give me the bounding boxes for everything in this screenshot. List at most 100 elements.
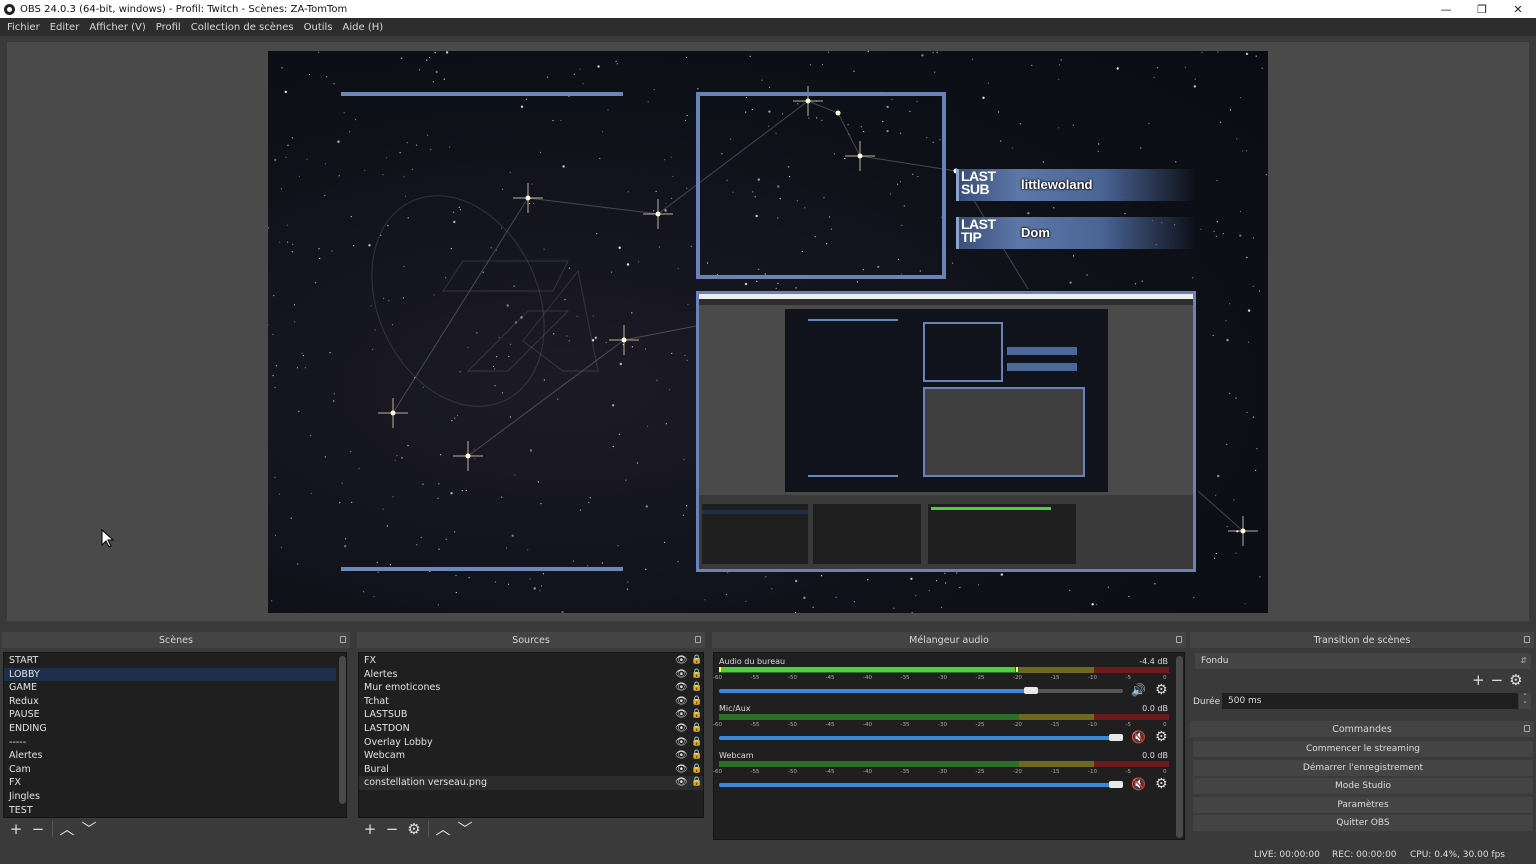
scene-item[interactable]: Redux [4, 695, 336, 709]
scene-item[interactable]: GAME [4, 681, 336, 695]
volume-slider-handle[interactable] [1109, 734, 1123, 741]
meter-tick-label: -45 [825, 769, 835, 775]
lock-icon[interactable]: 🔒 [691, 737, 702, 748]
transition-settings-button[interactable]: ⚙ [1509, 671, 1522, 689]
visibility-eye-icon[interactable]: 👁 [675, 750, 688, 761]
gear-icon[interactable]: ⚙ [1155, 776, 1168, 792]
menu-collection-scenes[interactable]: Collection de scènes [186, 22, 299, 33]
source-item[interactable]: Alertes 👁 🔒 [359, 668, 703, 682]
lock-icon[interactable]: 🔒 [691, 723, 702, 734]
source-item[interactable]: Overlay Lobby 👁 🔒 [359, 736, 703, 750]
visibility-eye-icon[interactable]: 👁 [675, 723, 688, 734]
lock-icon[interactable]: 🔒 [691, 764, 702, 775]
float-dock-icon[interactable] [1176, 636, 1182, 643]
source-item[interactable]: Tchat 👁 🔒 [359, 695, 703, 709]
minimize-icon[interactable]: — [1428, 0, 1464, 18]
nested-obs-capture [696, 291, 1196, 572]
volume-slider-handle[interactable] [1024, 687, 1039, 694]
lock-icon[interactable]: 🔒 [691, 777, 702, 788]
source-item[interactable]: Webcam 👁 🔒 [359, 749, 703, 763]
scene-item[interactable]: Cam [4, 763, 336, 777]
visibility-eye-icon[interactable]: 👁 [675, 737, 688, 748]
preview-canvas[interactable]: LAST SUB littlewoland LAST TIP Dom [268, 51, 1268, 613]
visibility-eye-icon[interactable]: 👁 [675, 764, 688, 775]
settings-button[interactable]: Paramètres [1193, 797, 1533, 813]
visibility-eye-icon[interactable]: 👁 [675, 696, 688, 707]
lock-icon[interactable]: 🔒 [691, 709, 702, 720]
float-dock-icon[interactable] [1524, 725, 1530, 732]
duration-spinner[interactable]: ˄ ˅ [1519, 693, 1531, 709]
scene-item[interactable]: LOBBY [4, 667, 336, 682]
scene-item[interactable]: START [4, 654, 336, 668]
source-properties-button[interactable]: ⚙ [406, 821, 422, 837]
visibility-eye-icon[interactable]: 👁 [675, 655, 688, 666]
scene-item[interactable]: Alertes [4, 749, 336, 763]
visibility-eye-icon[interactable]: 👁 [675, 682, 688, 693]
meter-tick-label: -40 [863, 769, 872, 775]
remove-transition-button[interactable]: − [1491, 671, 1504, 689]
gear-icon[interactable]: ⚙ [1155, 729, 1168, 745]
source-item[interactable]: constellation verseau.png 👁 🔒 [359, 776, 703, 790]
last-tip-value: Dom [1021, 225, 1050, 240]
visibility-eye-icon[interactable]: 👁 [675, 777, 688, 788]
source-item[interactable]: FX 👁 🔒 [359, 654, 703, 668]
speaker-icon[interactable]: 🔊 [1131, 683, 1146, 697]
transition-select[interactable]: Fondu ⇵ [1195, 653, 1531, 669]
move-scene-up-button[interactable]: ︿ [59, 821, 75, 837]
meter-tick-label: -45 [825, 722, 835, 728]
move-source-up-button[interactable]: ︿ [435, 821, 451, 837]
lock-icon[interactable]: 🔒 [691, 682, 702, 693]
move-source-down-button[interactable]: ﹀ [457, 821, 473, 837]
sources-list[interactable]: FX 👁 🔒 Alertes 👁 🔒 Mur emoticones 👁 🔒 Tchat 👁 🔒 LAST… [358, 652, 704, 818]
restore-icon[interactable]: ❐ [1464, 0, 1500, 18]
scene-item[interactable]: Jingles [4, 790, 336, 804]
scene-item[interactable]: PAUSE [4, 708, 336, 722]
scene-item[interactable]: ----- [4, 736, 336, 750]
sources-toolbar: + − ⚙ ︿ ﹀ [356, 818, 473, 840]
visibility-eye-icon[interactable]: 👁 [675, 709, 688, 720]
start-recording-button[interactable]: Démarrer l'enregistrement [1193, 760, 1533, 776]
menu-editer[interactable]: Editer [45, 22, 85, 33]
studio-mode-button[interactable]: Mode Studio [1193, 778, 1533, 794]
muted-speaker-icon[interactable]: 🔇 [1131, 777, 1146, 791]
lock-icon[interactable]: 🔒 [691, 750, 702, 761]
volume-slider-handle[interactable] [1109, 781, 1123, 788]
gear-icon[interactable]: ⚙ [1155, 682, 1168, 698]
menu-fichier[interactable]: Fichier [2, 22, 45, 33]
lock-icon[interactable]: 🔒 [691, 669, 702, 680]
close-icon[interactable]: ✕ [1500, 0, 1536, 18]
menu-outils[interactable]: Outils [299, 22, 338, 33]
menu-aide[interactable]: Aide (H) [338, 22, 389, 33]
remove-scene-button[interactable]: − [30, 821, 46, 837]
visibility-eye-icon[interactable]: 👁 [675, 669, 688, 680]
exit-button[interactable]: Quitter OBS [1193, 815, 1533, 831]
live-timer: LIVE: 00:00:00 [1254, 850, 1320, 860]
float-dock-icon[interactable] [340, 636, 346, 643]
move-scene-down-button[interactable]: ﹀ [81, 821, 97, 837]
scene-item[interactable]: ENDING [4, 722, 336, 736]
start-streaming-button[interactable]: Commencer le streaming [1193, 741, 1533, 757]
remove-source-button[interactable]: − [384, 821, 400, 837]
source-item[interactable]: Bural 👁 🔒 [359, 763, 703, 777]
add-transition-button[interactable]: + [1472, 671, 1485, 689]
muted-speaker-icon[interactable]: 🔇 [1131, 730, 1146, 744]
menu-afficher[interactable]: Afficher (V) [84, 22, 150, 33]
lock-icon[interactable]: 🔒 [691, 655, 702, 666]
float-dock-icon[interactable] [695, 636, 701, 643]
meter-tick-label: -60 [713, 722, 722, 728]
volume-slider-fill [719, 689, 1039, 693]
menu-profil[interactable]: Profil [151, 22, 186, 33]
lock-icon[interactable]: 🔒 [691, 696, 702, 707]
float-dock-icon[interactable] [1524, 636, 1530, 643]
scenes-list[interactable]: START LOBBY GAME Redux PAUSE ENDING ----- Alert… [3, 652, 347, 818]
source-item[interactable]: LASTSUB 👁 🔒 [359, 708, 703, 722]
duration-input[interactable]: 500 ms [1222, 693, 1518, 709]
scene-item[interactable]: FX [4, 776, 336, 790]
source-item[interactable]: Mur emoticones 👁 🔒 [359, 681, 703, 695]
scenes-scrollbar[interactable] [339, 656, 346, 804]
mixer-scrollbar[interactable] [1176, 656, 1183, 838]
scene-item[interactable]: TEST [4, 804, 336, 818]
source-item[interactable]: LASTDON 👁 🔒 [359, 722, 703, 736]
add-source-button[interactable]: + [362, 821, 378, 837]
add-scene-button[interactable]: + [8, 821, 24, 837]
